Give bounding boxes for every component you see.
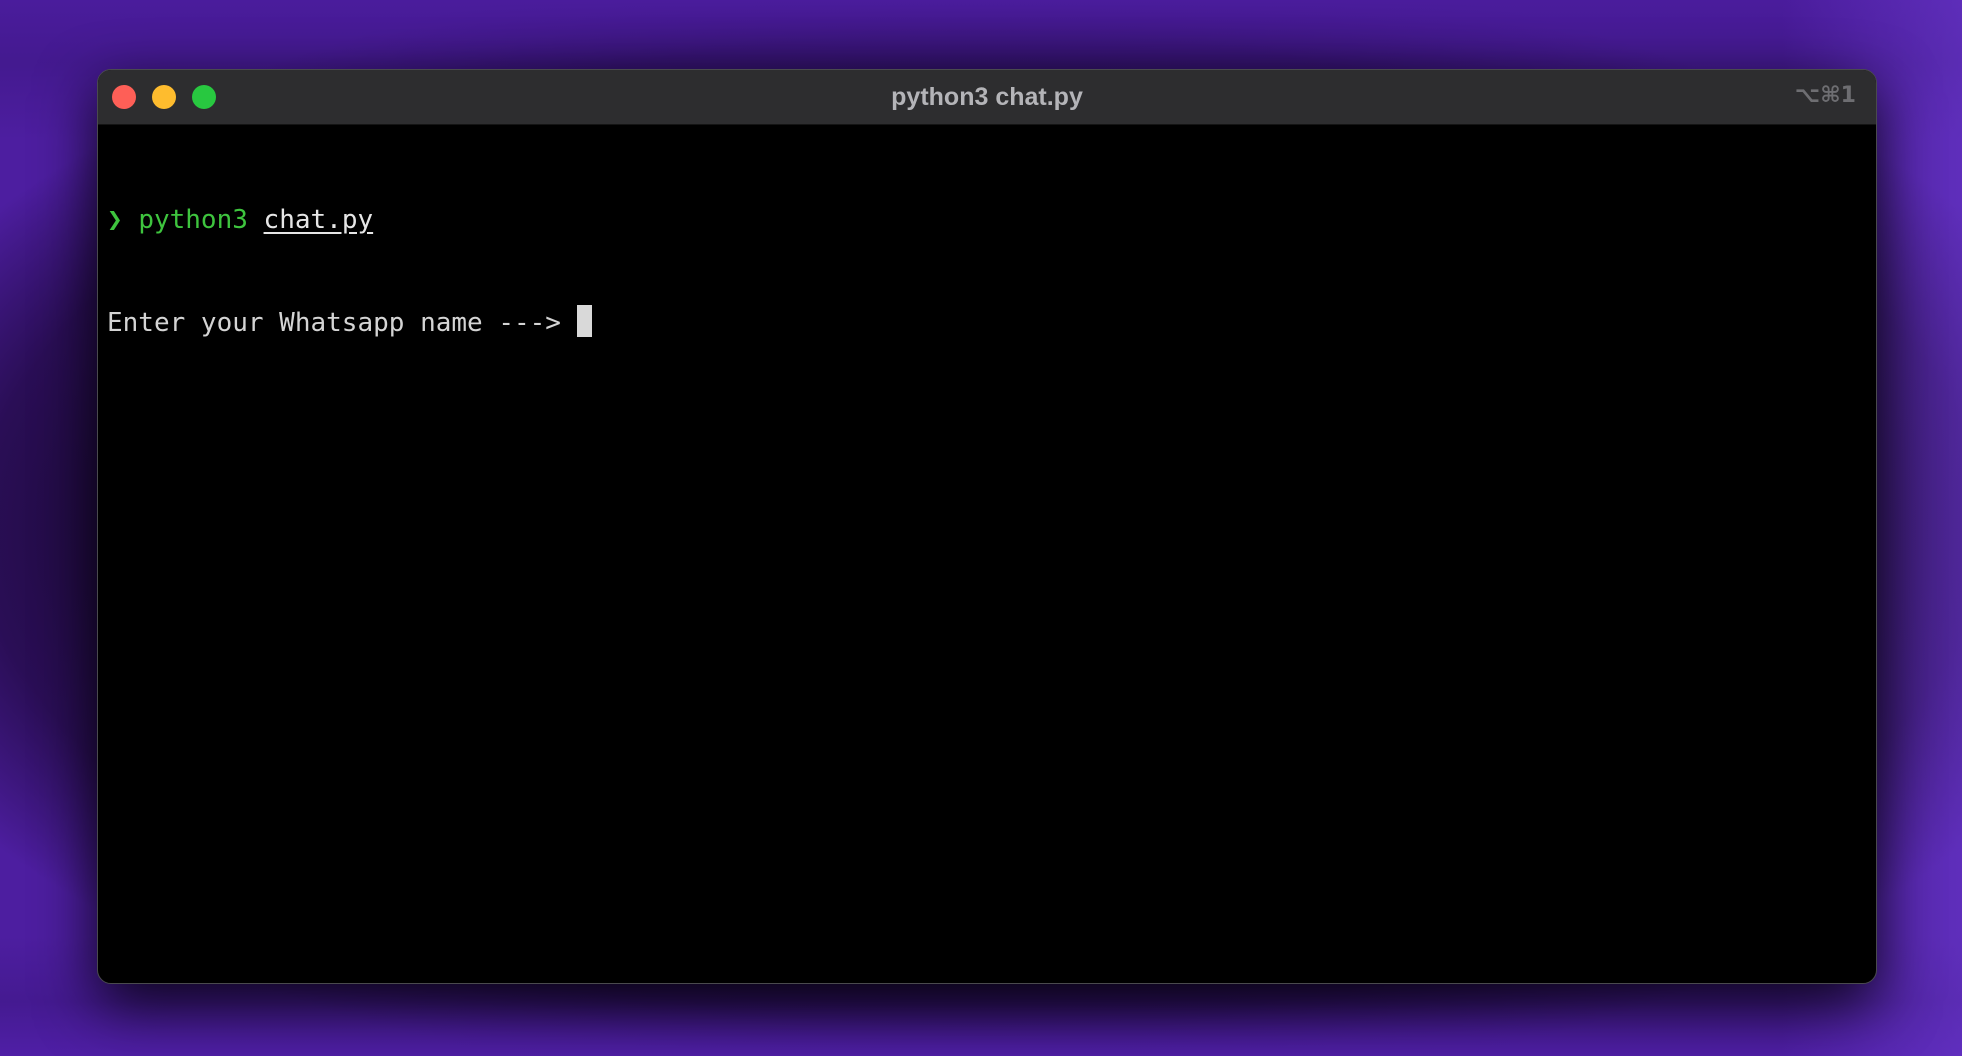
command-line: ❯ python3 chat.py <box>107 203 1876 237</box>
input-prompt-text: Enter your Whatsapp name ---> <box>107 308 577 338</box>
command-argument[interactable]: chat.py <box>264 205 374 235</box>
text-cursor <box>576 305 592 337</box>
terminal-output[interactable]: ❯ python3 chat.py Enter your Whatsapp na… <box>98 125 1876 407</box>
prompt-chevron-icon: ❯ <box>107 205 123 235</box>
window-title: python3 chat.py <box>891 83 1083 111</box>
title-bar[interactable]: python3 chat.py ⌥⌘1 <box>98 70 1876 125</box>
command-text: python3 <box>138 205 248 235</box>
input-prompt-line[interactable]: Enter your Whatsapp name ---> <box>107 305 1876 339</box>
tab-shortcut-label: ⌥⌘1 <box>1794 83 1856 108</box>
terminal-window: python3 chat.py ⌥⌘1 ❯ python3 chat.py En… <box>97 69 1877 984</box>
